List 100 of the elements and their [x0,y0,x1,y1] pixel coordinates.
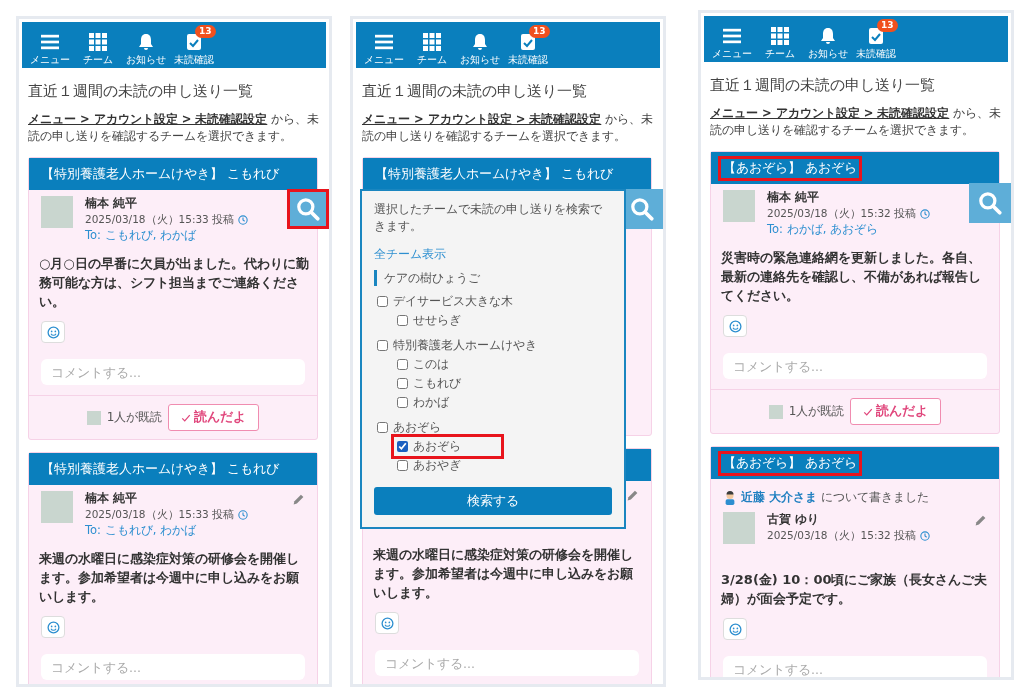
nav-button[interactable]: チーム [758,18,802,60]
post-body: ○月○日の早番に欠員が出ました。代わりに勤務可能な方は、シフト担当までご連絡ください。 [39,255,309,311]
bell-icon [137,32,155,51]
comment-field[interactable]: コメントする... [723,656,987,677]
comment-field[interactable]: コメントする... [375,650,639,676]
recipients-text: To: わかば, あおぞら [767,222,879,237]
search-icon [629,196,655,222]
team-checkbox[interactable]: デイサービス大きな木 [374,292,516,311]
author-name: 楠本 純平 [767,190,820,205]
pencil-icon[interactable] [974,514,987,527]
recipients-text: To: こもれび, わかば [85,523,197,538]
post-date: 2025/03/18（火）15:33 投稿 [85,508,235,522]
person-link[interactable]: 近藤 大介さま [741,489,818,506]
reaction-button[interactable] [375,612,399,634]
team-name: 【あおぞら】 あおぞら [721,453,859,473]
checklist-icon [185,32,203,51]
comment-field[interactable]: コメントする... [723,353,987,379]
smiley-icon [46,325,60,339]
checkbox[interactable] [377,340,388,351]
clock-icon [920,531,931,541]
team-checkbox[interactable]: あおぞら [374,418,444,437]
checkbox[interactable] [397,441,408,452]
reaction-button[interactable] [41,321,65,343]
count-badge: 13 [529,24,550,38]
nav-button[interactable]: チーム [76,24,120,66]
author-name: 楠本 純平 [85,491,138,506]
reaction-button[interactable] [41,616,65,638]
count-badge: 13 [877,18,898,32]
checklist-icon [519,32,537,51]
about-text: 近藤 大介さま について書きました [723,489,987,506]
nav-button[interactable]: お知らせ [458,24,502,66]
pencil-icon[interactable] [292,493,305,506]
checkbox[interactable] [397,378,408,389]
photo-placeholder [723,512,755,544]
team-checkbox[interactable]: このは [394,355,452,374]
search-button[interactable] [969,183,1011,223]
nav-button[interactable]: メニュー [710,18,754,60]
post-body: 3/28(金) 10：00頃にご家族（長女さんご夫婦）が面会予定です。 [721,571,989,608]
menu-icon [723,26,741,45]
checkbox[interactable] [377,296,388,307]
nav-button[interactable]: メニュー [28,24,72,66]
team-checkbox[interactable]: こもれび [394,374,464,393]
reaction-button[interactable] [723,315,747,337]
page-title: 直近１週間の未読の申し送り一覧 [28,82,254,101]
intro-text: メニュー > アカウント設定 > 未読確認設定 から、未読の申し送りを確認するチームを選択できます。 [28,111,320,145]
clock-icon [238,215,249,225]
read-button[interactable]: 読んだよ [168,404,260,431]
team-name: 【特別養護老人ホームけやき】 こもれび [40,164,280,183]
settings-link[interactable]: メニュー > アカウント設定 > 未読確認設定 [710,106,950,120]
clock-icon [920,209,931,219]
comment-field[interactable]: コメントする... [41,654,305,680]
post-date: 2025/03/18（火）15:32 投稿 [767,529,917,543]
reaction-button[interactable] [723,618,747,640]
clock-icon [238,510,249,520]
checkbox[interactable] [397,359,408,370]
team-checkbox[interactable]: わかば [394,393,452,412]
nav-button[interactable]: お知らせ [806,18,850,60]
team-checkbox[interactable]: あおやぎ [394,456,464,475]
count-badge: 13 [195,24,216,38]
author-name: 楠本 純平 [85,196,138,211]
grid-icon [423,32,441,51]
photo-placeholder [41,196,73,228]
bell-icon [471,32,489,51]
settings-link[interactable]: メニュー > アカウント設定 > 未読確認設定 [362,112,602,126]
team-name: 【特別養護老人ホームけやき】 こもれび [374,164,614,183]
read-button[interactable]: 読んだよ [850,398,942,425]
team-checkbox[interactable]: 特別養護老人ホームけやき [374,336,540,355]
search-submit-button[interactable]: 検索する [374,487,612,515]
photo-placeholder [41,491,73,523]
author-name: 古賀 ゆり [767,512,820,527]
search-icon [977,190,1003,216]
check-icon [181,412,192,423]
show-all-link[interactable]: 全チーム表示 [374,247,612,262]
nav-button[interactable]: お知らせ [124,24,168,66]
photo-placeholder [723,190,755,222]
pencil-icon[interactable] [626,489,639,502]
team-name: 【特別養護老人ホームけやき】 こもれび [40,459,280,478]
team-checkbox[interactable]: せせらぎ [394,311,464,330]
checkbox[interactable] [397,315,408,326]
checkbox[interactable] [397,460,408,471]
post-date: 2025/03/18（火）15:32 投稿 [767,207,917,221]
nav-button[interactable]: 13 未読確認 [506,24,550,66]
popup-description: 選択したチームで未読の申し送りを検索できます。 [374,201,603,235]
nav-button[interactable]: 13 未読確認 [172,24,216,66]
checkbox[interactable] [377,422,388,433]
checkbox[interactable] [397,397,408,408]
team-checkbox[interactable]: あおぞら [394,437,501,456]
post-body: 来週の水曜日に感染症対策の研修会を開催します。参加希望者は今週中に申し込みをお願いします。 [373,546,634,602]
nav-button[interactable]: 13 未読確認 [854,18,898,60]
nav-button[interactable]: チーム [410,24,454,66]
comment-field[interactable]: コメントする... [41,359,305,385]
smiley-icon [728,622,742,636]
intro-text: メニュー > アカウント設定 > 未読確認設定 から、未読の申し送りを確認するチームを選択できます。 [362,111,654,145]
settings-link[interactable]: メニュー > アカウント設定 > 未読確認設定 [28,112,268,126]
reader-avatar [86,410,101,425]
grid-icon [89,32,107,51]
nav-button[interactable]: メニュー [362,24,406,66]
search-button[interactable] [287,189,329,229]
intro-text: メニュー > アカウント設定 > 未読確認設定 から、未読の申し送りを確認するチームを選択できます。 [710,105,1002,139]
read-count: 1人が既読 [106,409,163,426]
